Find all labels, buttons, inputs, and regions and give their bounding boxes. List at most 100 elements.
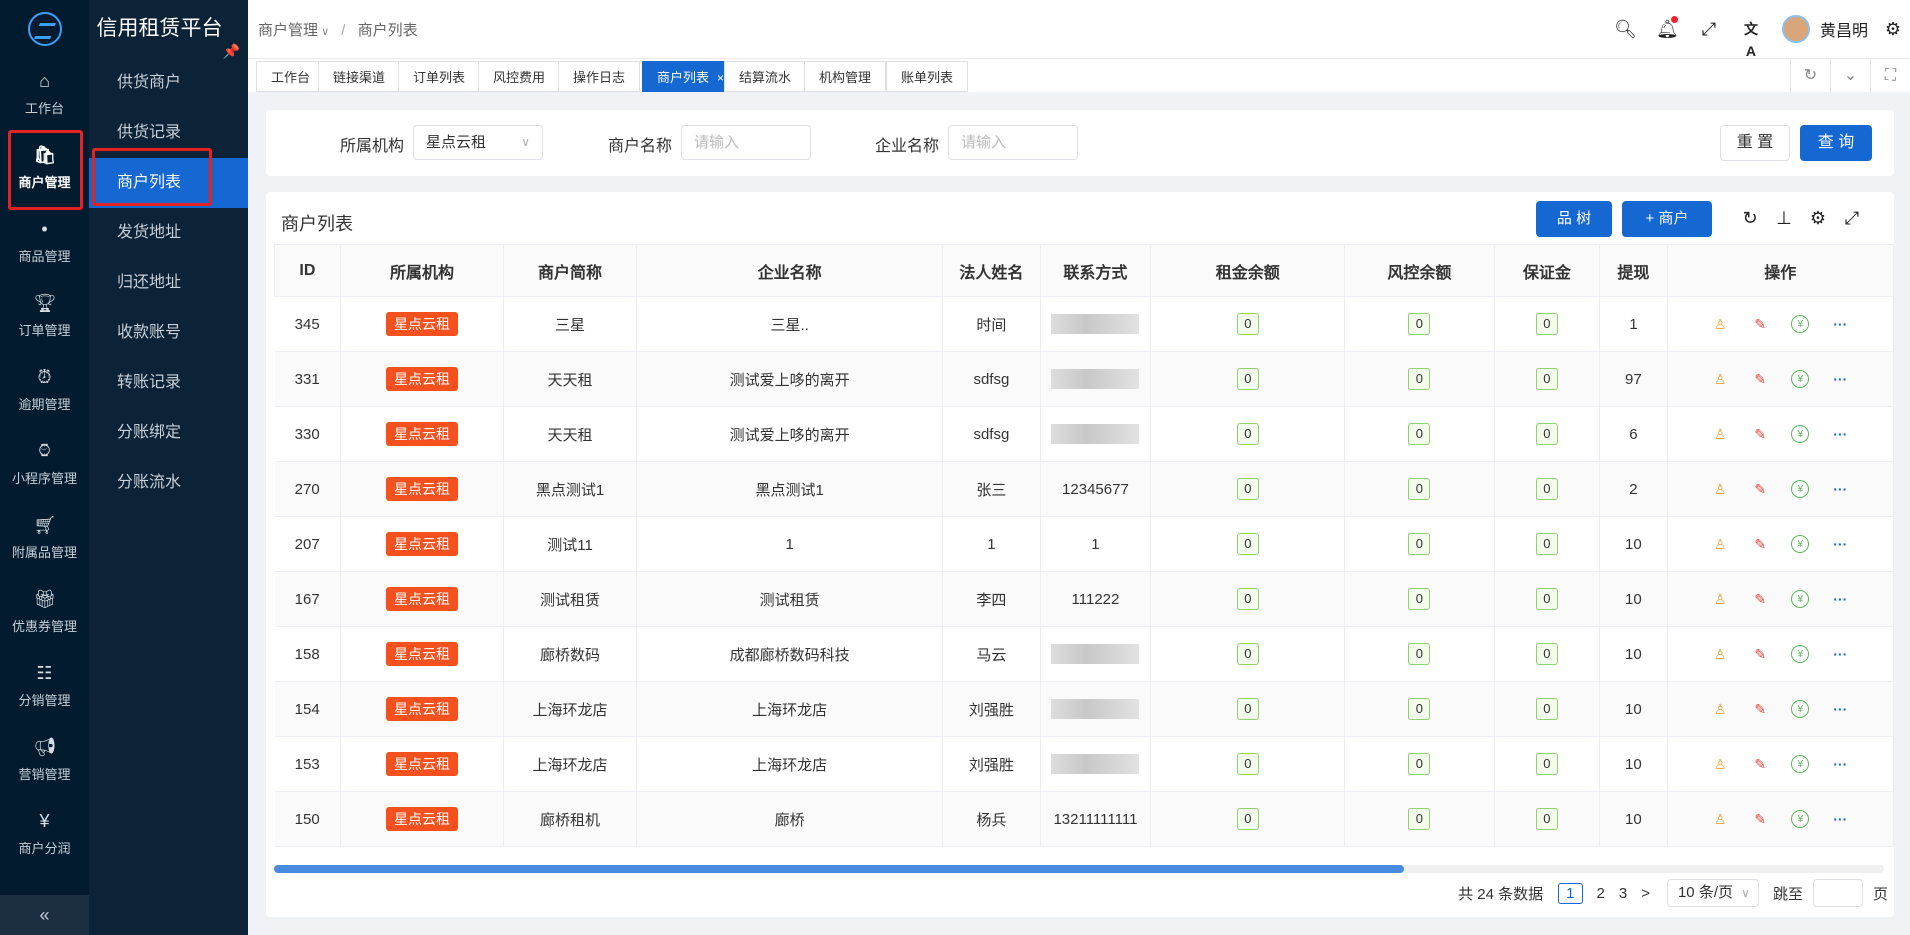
add-merchant-button[interactable]: + 商户 bbox=[1622, 201, 1712, 237]
edit-icon[interactable]: ✎ bbox=[1751, 535, 1769, 553]
user-icon[interactable]: ♙ bbox=[1711, 425, 1729, 443]
rail-item[interactable]: ☷ 分销管理 bbox=[0, 650, 89, 724]
bell-icon[interactable]: 🔔︎ bbox=[1656, 16, 1679, 40]
edit-icon[interactable]: ✎ bbox=[1751, 590, 1769, 608]
user-icon[interactable]: ♙ bbox=[1711, 755, 1729, 773]
jump-input[interactable] bbox=[1812, 879, 1863, 907]
user-icon[interactable]: ♙ bbox=[1711, 645, 1729, 663]
more-icon[interactable]: ··· bbox=[1831, 755, 1849, 773]
edit-icon[interactable]: ✎ bbox=[1751, 315, 1769, 333]
settings-icon[interactable]: ⚙︎ bbox=[1806, 206, 1830, 230]
column-height-icon[interactable]: ⊥ bbox=[1772, 206, 1796, 230]
rail-item[interactable]: ⌂ 工作台 bbox=[0, 58, 89, 132]
user-icon[interactable]: ♙ bbox=[1711, 535, 1729, 553]
rail-item[interactable]: ¥ 商户分润 bbox=[0, 798, 89, 872]
yen-icon[interactable]: ¥ bbox=[1791, 480, 1810, 498]
tab[interactable]: 结算流水 bbox=[724, 61, 807, 92]
company-name-input[interactable]: 请输入 bbox=[948, 125, 1078, 160]
sidebar-item[interactable]: 收款账号 bbox=[89, 308, 248, 358]
fullscreen-icon[interactable]: ⤢ bbox=[1840, 206, 1864, 230]
collapse-icon[interactable]: « bbox=[0, 895, 89, 935]
yen-icon[interactable]: ¥ bbox=[1791, 370, 1810, 388]
close-icon[interactable]: × bbox=[717, 71, 724, 85]
reset-button[interactable]: 重 置 bbox=[1720, 125, 1790, 161]
more-icon[interactable]: ··· bbox=[1831, 315, 1849, 333]
edit-icon[interactable]: ✎ bbox=[1751, 645, 1769, 663]
rail-item[interactable]: 🎁︎ 优惠券管理 bbox=[0, 576, 89, 650]
yen-icon[interactable]: ¥ bbox=[1791, 645, 1810, 663]
query-button[interactable]: 查 询 bbox=[1800, 125, 1872, 161]
sidebar-item[interactable]: 分账流水 bbox=[89, 458, 248, 508]
avatar[interactable] bbox=[1781, 15, 1810, 43]
rail-item[interactable]: ⌚︎ 小程序管理 bbox=[0, 428, 89, 502]
yen-icon[interactable]: ¥ bbox=[1791, 425, 1810, 443]
edit-icon[interactable]: ✎ bbox=[1751, 810, 1769, 828]
edit-icon[interactable]: ✎ bbox=[1751, 700, 1769, 718]
sidebar-item[interactable]: 商户列表 bbox=[89, 158, 248, 208]
user-icon[interactable]: ♙ bbox=[1711, 810, 1729, 828]
rail-item[interactable]: • 商品管理 bbox=[0, 206, 89, 280]
tree-button[interactable]: 品 树 bbox=[1536, 201, 1612, 237]
tab[interactable]: 操作日志 bbox=[558, 61, 641, 92]
more-icon[interactable]: ··· bbox=[1831, 480, 1849, 498]
pin-icon[interactable]: 📌 bbox=[223, 22, 240, 80]
horizontal-scrollbar[interactable] bbox=[274, 865, 1884, 873]
rail-item[interactable]: ⏰︎ 逾期管理 bbox=[0, 354, 89, 428]
username[interactable]: 黄昌明 bbox=[1820, 17, 1868, 41]
tab[interactable]: 链接渠道 bbox=[318, 61, 401, 92]
sidebar-item[interactable]: 分账绑定 bbox=[89, 408, 248, 458]
tab[interactable]: 机构管理 bbox=[804, 61, 887, 92]
search-icon[interactable]: 🔍︎ bbox=[1614, 18, 1637, 40]
user-icon[interactable]: ♙ bbox=[1711, 480, 1729, 498]
page-size-select[interactable]: 10 条/页 ∨ bbox=[1666, 879, 1759, 907]
org-select[interactable]: 星点云租 ∨ bbox=[413, 125, 543, 160]
more-icon[interactable]: ··· bbox=[1831, 590, 1849, 608]
yen-icon[interactable]: ¥ bbox=[1791, 535, 1810, 553]
yen-icon[interactable]: ¥ bbox=[1791, 810, 1810, 828]
more-icon[interactable]: ··· bbox=[1831, 370, 1849, 388]
user-icon[interactable]: ♙ bbox=[1711, 370, 1729, 388]
yen-icon[interactable]: ¥ bbox=[1791, 700, 1810, 718]
tab[interactable]: 订单列表 bbox=[398, 61, 481, 92]
chevron-down-icon[interactable]: ⌄ bbox=[1830, 59, 1870, 93]
rail-item[interactable]: 🏆︎ 订单管理 bbox=[0, 280, 89, 354]
page-button[interactable]: 2 bbox=[1597, 885, 1605, 902]
translate-icon[interactable]: 文A bbox=[1740, 18, 1762, 59]
edit-icon[interactable]: ✎ bbox=[1751, 425, 1769, 443]
merchant-name-input[interactable]: 请输入 bbox=[681, 125, 811, 160]
refresh-icon[interactable]: ↻ bbox=[1790, 59, 1830, 93]
edit-icon[interactable]: ✎ bbox=[1751, 755, 1769, 773]
yen-icon[interactable]: ¥ bbox=[1791, 590, 1810, 608]
more-icon[interactable]: ··· bbox=[1831, 810, 1849, 828]
user-icon[interactable]: ♙ bbox=[1711, 590, 1729, 608]
page-button[interactable]: 3 bbox=[1619, 885, 1627, 902]
refresh-icon[interactable]: ↻ bbox=[1738, 206, 1762, 230]
sidebar-item[interactable]: 转账记录 bbox=[89, 358, 248, 408]
more-icon[interactable]: ··· bbox=[1831, 645, 1849, 663]
tab[interactable]: 账单列表 bbox=[886, 61, 969, 92]
sidebar-item[interactable]: 归还地址 bbox=[89, 258, 248, 308]
more-icon[interactable]: ··· bbox=[1831, 700, 1849, 718]
more-icon[interactable]: ··· bbox=[1831, 425, 1849, 443]
tab[interactable]: 风控费用 bbox=[478, 61, 561, 92]
fullscreen-icon[interactable]: ⤢ bbox=[1698, 18, 1720, 40]
page-button[interactable]: 1 bbox=[1558, 882, 1583, 904]
maximize-icon[interactable]: ⛶ bbox=[1870, 59, 1910, 93]
user-icon[interactable]: ♙ bbox=[1711, 315, 1729, 333]
next-page-button[interactable]: > bbox=[1641, 885, 1650, 902]
rail-item[interactable]: 🛒︎ 附属品管理 bbox=[0, 502, 89, 576]
gear-icon[interactable]: ⚙︎ bbox=[1882, 18, 1904, 40]
tab[interactable]: 工作台 bbox=[256, 61, 326, 92]
rail-item[interactable]: 🛍︎ 商户管理 bbox=[0, 132, 89, 206]
user-icon[interactable]: ♙ bbox=[1711, 700, 1729, 718]
sidebar-item[interactable]: 发货地址 bbox=[89, 208, 248, 258]
breadcrumb-parent[interactable]: 商户管理 bbox=[258, 22, 318, 39]
more-icon[interactable]: ··· bbox=[1831, 535, 1849, 553]
edit-icon[interactable]: ✎ bbox=[1751, 480, 1769, 498]
edit-icon[interactable]: ✎ bbox=[1751, 370, 1769, 388]
scrollbar-thumb[interactable] bbox=[274, 865, 1404, 873]
yen-icon[interactable]: ¥ bbox=[1791, 755, 1810, 773]
rail-item[interactable]: 📢︎ 营销管理 bbox=[0, 724, 89, 798]
sidebar-item[interactable]: 供货记录 bbox=[89, 108, 248, 158]
yen-icon[interactable]: ¥ bbox=[1791, 315, 1810, 333]
